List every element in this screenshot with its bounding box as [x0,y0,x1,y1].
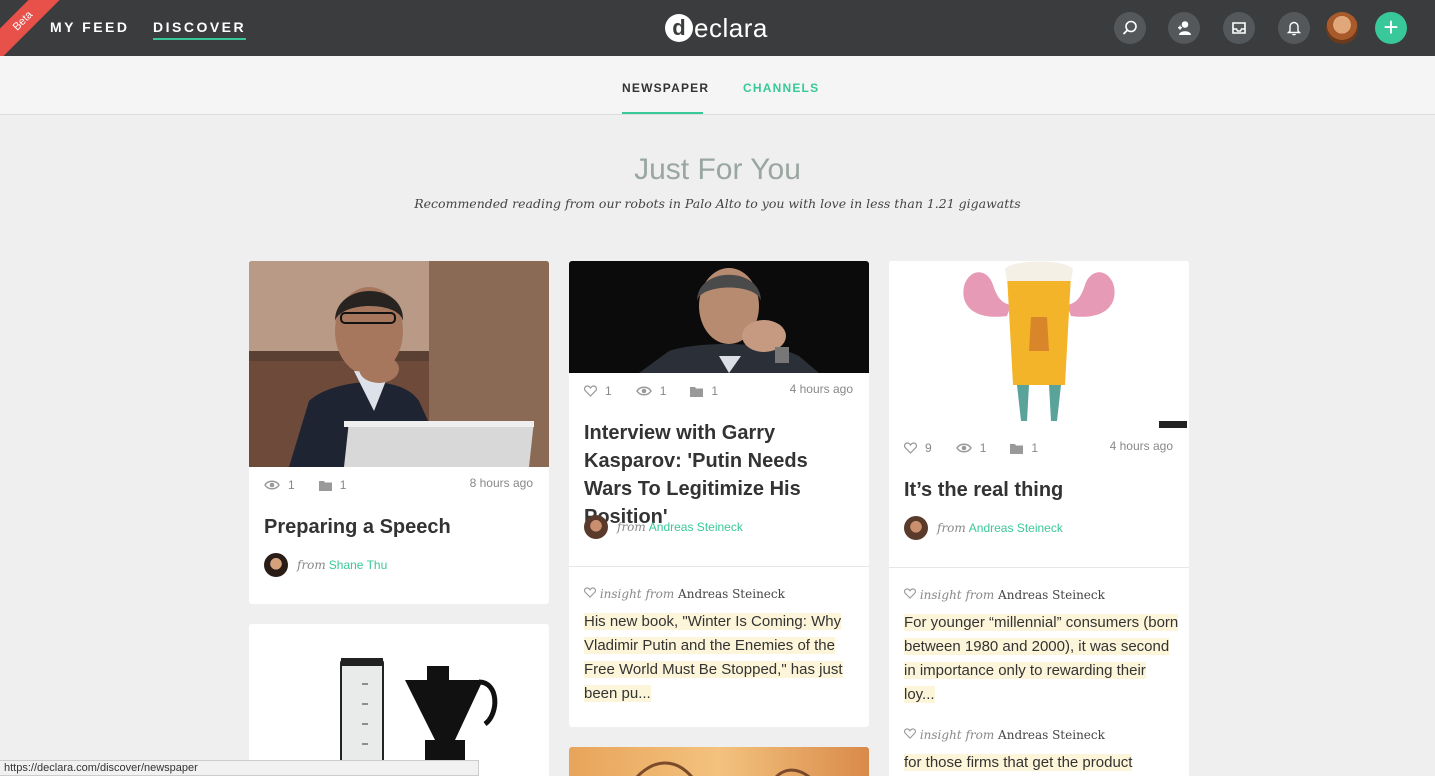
collections-count: 1 [1031,441,1039,455]
timestamp: 4 hours ago [789,382,853,396]
insight-quote: His new book, "Winter Is Coming: Why Vla… [584,610,859,706]
collections-count: 1 [339,478,347,492]
author-avatar[interactable] [904,516,928,540]
author-link[interactable]: Shane Thu [329,558,388,572]
article-card-4[interactable] [249,624,549,776]
timestamp: 8 hours ago [469,476,533,490]
article-source: from Andreas Steineck [584,515,743,539]
collections-count: 1 [711,384,719,398]
inbox-icon [1232,22,1246,34]
insight-label: insight from [599,587,675,601]
search-button[interactable] [1114,12,1146,44]
bell-icon [1286,21,1302,36]
eye-icon [635,386,652,396]
logo-mark: d [665,14,693,42]
tab-channels[interactable]: CHANNELS [743,81,819,95]
author-avatar[interactable] [264,553,288,577]
eye-icon [264,480,280,490]
author-link[interactable]: Andreas Steineck [969,521,1063,535]
likes-count: 1 [605,384,612,398]
article-source: from Shane Thu [264,553,387,577]
insight-header: insight from Andreas Steineck [904,588,1105,602]
folder-icon [690,386,704,397]
folder-icon [318,480,332,491]
declara-logo[interactable]: d eclara [665,12,768,44]
article-card-5[interactable] [569,747,869,776]
heart-icon[interactable] [904,728,916,739]
page-title: Just For You [634,153,801,186]
divider [569,566,869,567]
views-count: 1 [979,441,987,455]
author-link[interactable]: Andreas Steineck [649,520,743,534]
views-count: 1 [288,478,295,492]
tab-newspaper[interactable]: NEWSPAPER [622,81,709,95]
article-image-sunset [569,747,869,776]
heart-icon[interactable] [584,385,597,397]
article-image-coffee-maker [249,624,549,776]
insight-quote-text: For younger “millennial” consumers (born… [904,614,1179,703]
divider [889,567,1189,568]
article-image-beer [889,261,1189,430]
article-card-1[interactable]: 1 1 8 hours ago Preparing a Speech from … [249,261,549,604]
insight-quote-text: for those firms that get the product [904,754,1133,771]
insight-quote: For younger “millennial” consumers (born… [904,611,1179,707]
add-button[interactable]: + [1375,12,1407,44]
article-card-3[interactable]: 9 1 1 4 hours ago It’s the real thing fr… [889,261,1189,776]
notifications-button[interactable] [1278,12,1310,44]
nav-my-feed[interactable]: MY FEED [50,19,129,35]
article-title[interactable]: Preparing a Speech [264,513,539,541]
heart-icon[interactable] [904,588,916,599]
heart-icon[interactable] [584,587,596,598]
insight-header: insight from Andreas Steineck [584,587,785,601]
likes-count: 9 [925,441,932,455]
insight-author[interactable]: Andreas Steineck [678,587,785,601]
from-label: from [937,521,966,535]
card-3-stats: 9 1 1 [904,441,1062,455]
insight-author[interactable]: Andreas Steineck [998,588,1105,602]
article-card-2[interactable]: 1 1 1 4 hours ago Interview with Garry K… [569,261,869,727]
nav-discover[interactable]: DISCOVER [153,19,247,40]
search-icon [1122,20,1137,35]
from-label: from [297,558,326,572]
logo-text: eclara [694,12,768,43]
insight-label: insight from [919,728,995,742]
timestamp: 4 hours ago [1109,439,1173,453]
card-1-stats: 1 1 [264,478,370,492]
article-image-speech [249,261,549,467]
people-icon [1178,21,1191,35]
plus-icon: + [1383,12,1399,42]
insight-quote-text: His new book, "Winter Is Coming: Why Vla… [584,613,843,702]
discover-subnav: NEWSPAPER CHANNELS [0,56,1435,115]
heart-icon[interactable] [904,442,917,454]
user-avatar[interactable] [1326,12,1358,44]
views-count: 1 [659,384,667,398]
folder-icon [1010,443,1024,454]
author-avatar[interactable] [584,515,608,539]
top-navbar: Beta MY FEED DISCOVER d eclara + [0,0,1435,61]
article-source: from Andreas Steineck [904,516,1063,540]
insight-header-2: insight from Andreas Steineck [904,728,1105,742]
active-tab-underline [622,112,703,114]
insight-quote-2: for those firms that get the product [904,751,1179,775]
from-label: from [617,520,646,534]
people-button[interactable] [1168,12,1200,44]
inbox-button[interactable] [1223,12,1255,44]
page-subtitle: Recommended reading from our robots in P… [414,196,1021,211]
eye-icon [955,443,972,453]
browser-status-bar: https://declara.com/discover/newspaper [0,760,479,776]
insight-label: insight from [919,588,995,602]
article-title[interactable]: It’s the real thing [904,476,1179,504]
card-2-stats: 1 1 1 [584,384,742,398]
article-image-kasparov [569,261,869,373]
insight-author[interactable]: Andreas Steineck [998,728,1105,742]
